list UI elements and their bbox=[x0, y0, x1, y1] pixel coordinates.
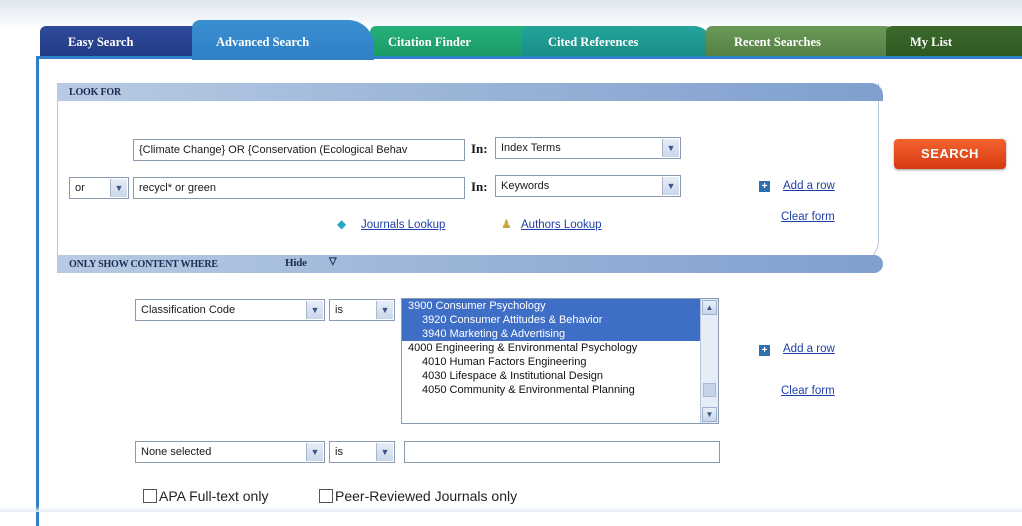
tab-my-list[interactable]: My List bbox=[886, 26, 1022, 58]
tab-cited-references[interactable]: Cited References bbox=[522, 26, 712, 58]
list-item[interactable]: 4050 Community & Environmental Planning bbox=[402, 383, 718, 397]
field-select-2[interactable]: Keywords ▼ bbox=[495, 175, 681, 197]
add-row-icon: + bbox=[759, 345, 770, 356]
chevron-down-icon: ▼ bbox=[662, 177, 679, 195]
in-label-1: In: bbox=[471, 141, 488, 156]
search-button[interactable]: SEARCH bbox=[894, 139, 1006, 169]
search-term-input-2[interactable]: recycl* or green bbox=[133, 177, 465, 199]
person-icon: ♟ bbox=[501, 217, 512, 231]
search-term-input-1[interactable]: {Climate Change} OR {Conservation (Ecolo… bbox=[133, 139, 465, 161]
list-item[interactable]: 3920 Consumer Attitudes & Behavior bbox=[402, 313, 718, 327]
filter-value-input-2[interactable] bbox=[404, 441, 720, 463]
scroll-thumb[interactable] bbox=[703, 383, 716, 397]
chevron-down-icon: ▼ bbox=[376, 301, 393, 319]
list-item[interactable]: 4030 Lifespace & Institutional Design bbox=[402, 369, 718, 383]
filter-field-value-1: Classification Code bbox=[141, 304, 236, 316]
apa-fulltext-label: APA Full-text only bbox=[159, 488, 269, 504]
clear-form-link[interactable]: Clear form bbox=[781, 211, 835, 223]
chevron-down-icon: ▼ bbox=[306, 301, 323, 319]
listbox-scrollbar[interactable]: ▲ ▼ bbox=[700, 299, 718, 423]
authors-lookup-link[interactable]: Authors Lookup bbox=[521, 219, 602, 231]
chevron-down-icon: ▼ bbox=[110, 179, 127, 197]
bottom-fade bbox=[0, 506, 1022, 512]
add-row-icon: + bbox=[759, 181, 770, 192]
advanced-search-panel: LOOK FOR {Climate Change} OR {Conservati… bbox=[36, 56, 1022, 526]
list-item[interactable]: 3900 Consumer Psychology bbox=[402, 299, 718, 313]
chevron-down-icon: ▼ bbox=[662, 139, 679, 157]
list-item[interactable]: 4010 Human Factors Engineering bbox=[402, 355, 718, 369]
filter-op-value-2: is bbox=[335, 446, 343, 458]
peer-reviewed-checkbox[interactable] bbox=[319, 489, 333, 503]
content-filter-label: ONLY SHOW CONTENT WHERE bbox=[69, 259, 218, 270]
filter-op-select-1[interactable]: is ▼ bbox=[329, 299, 395, 321]
list-item[interactable]: 3940 Marketing & Advertising bbox=[402, 327, 718, 341]
field-select-1-value: Index Terms bbox=[501, 142, 561, 154]
boolean-operator-value: or bbox=[75, 182, 85, 194]
filter-op-select-2[interactable]: is ▼ bbox=[329, 441, 395, 463]
list-item[interactable]: 4000 Engineering & Environmental Psychol… bbox=[402, 341, 718, 355]
scroll-down-icon[interactable]: ▼ bbox=[702, 407, 717, 422]
look-for-panel bbox=[57, 83, 879, 263]
filter-field-select-2[interactable]: None selected ▼ bbox=[135, 441, 325, 463]
filter-add-row-link[interactable]: Add a row bbox=[783, 343, 835, 355]
hide-toggle[interactable]: Hide bbox=[285, 257, 307, 269]
filter-field-select-1[interactable]: Classification Code ▼ bbox=[135, 299, 325, 321]
filter-field-value-2: None selected bbox=[141, 446, 212, 458]
chevron-down-icon: ▼ bbox=[306, 443, 323, 461]
in-label-2: In: bbox=[471, 179, 488, 194]
tab-advanced-search[interactable]: Advanced Search bbox=[192, 20, 374, 60]
boolean-operator-select[interactable]: or ▼ bbox=[69, 177, 129, 199]
scroll-up-icon[interactable]: ▲ bbox=[702, 300, 717, 315]
peer-reviewed-label: Peer-Reviewed Journals only bbox=[335, 488, 518, 504]
classification-code-listbox[interactable]: 3900 Consumer Psychology 3920 Consumer A… bbox=[401, 298, 719, 424]
apa-fulltext-checkbox[interactable] bbox=[143, 489, 157, 503]
filter-op-value-1: is bbox=[335, 304, 343, 316]
journals-lookup-link[interactable]: Journals Lookup bbox=[361, 219, 445, 231]
tab-recent-searches[interactable]: Recent Searches bbox=[706, 26, 902, 58]
chevron-down-icon: ▼ bbox=[376, 443, 393, 461]
add-row-link[interactable]: Add a row bbox=[783, 180, 835, 192]
look-for-header: LOOK FOR bbox=[57, 83, 883, 101]
triangle-down-icon: ▽ bbox=[329, 256, 337, 267]
filter-clear-form-link[interactable]: Clear form bbox=[781, 385, 835, 397]
field-select-1[interactable]: Index Terms ▼ bbox=[495, 137, 681, 159]
content-filter-header: ONLY SHOW CONTENT WHERE Hide ▽ bbox=[57, 255, 883, 273]
field-select-2-value: Keywords bbox=[501, 180, 550, 192]
diamond-icon: ◆ bbox=[337, 217, 347, 231]
